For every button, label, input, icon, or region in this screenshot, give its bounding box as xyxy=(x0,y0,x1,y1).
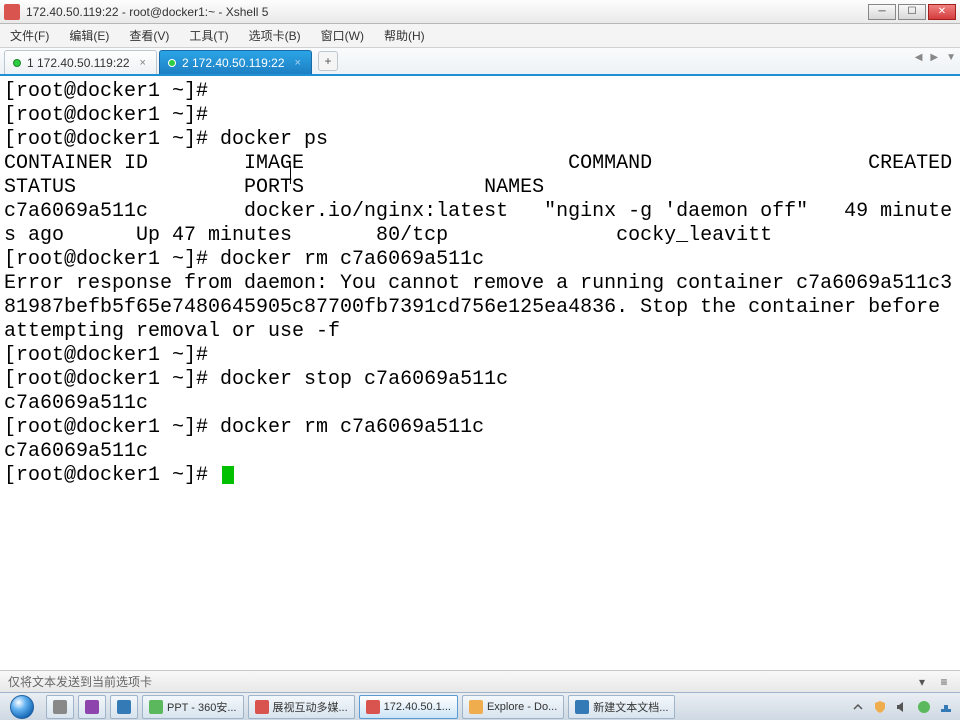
session-tab-1[interactable]: 1 172.40.50.119:22 × xyxy=(4,50,157,74)
start-orb-icon xyxy=(10,695,34,719)
app-icon xyxy=(469,700,483,714)
status-text: 仅将文本发送到当前选项卡 xyxy=(8,673,152,690)
tab-next-icon[interactable]: ▶ xyxy=(930,52,938,63)
new-tab-button[interactable]: + xyxy=(318,51,338,71)
app-icon xyxy=(575,700,589,714)
app-icon xyxy=(149,700,163,714)
menu-tab[interactable]: 选项卡(B) xyxy=(239,24,311,47)
tray-app-icon[interactable] xyxy=(916,699,932,715)
session-tab-2[interactable]: 2 172.40.50.119:22 × xyxy=(159,50,312,74)
menu-tools[interactable]: 工具(T) xyxy=(179,24,238,47)
menu-help[interactable]: 帮助(H) xyxy=(374,24,435,47)
tabbar: 1 172.40.50.119:22 × 2 172.40.50.119:22 … xyxy=(0,48,960,76)
tab-label: 2 172.40.50.119:22 xyxy=(182,56,285,70)
status-dot-icon xyxy=(168,59,176,67)
status-menu-icon[interactable]: ≡ xyxy=(936,675,952,689)
tray-volume-icon[interactable] xyxy=(894,699,910,715)
app-icon xyxy=(117,700,131,714)
tray-shield-icon[interactable] xyxy=(872,699,888,715)
tab-close-icon[interactable]: × xyxy=(295,57,301,69)
taskbar: PPT - 360安... 展视互动多媒... 172.40.50.1... E… xyxy=(0,692,960,720)
taskbar-item-xshell[interactable]: 172.40.50.1... xyxy=(359,695,458,719)
terminal-cursor xyxy=(222,466,234,484)
tray-network-icon[interactable] xyxy=(938,699,954,715)
taskbar-label: 新建文本文档... xyxy=(593,699,668,715)
app-icon xyxy=(366,700,380,714)
taskbar-label: Explore - Do... xyxy=(487,701,557,713)
tab-nav: ◀ ▶ ▼ xyxy=(915,52,956,63)
system-tray xyxy=(844,693,960,720)
tab-menu-icon[interactable]: ▼ xyxy=(946,52,956,63)
window-title: 172.40.50.119:22 - root@docker1:~ - Xshe… xyxy=(26,5,866,19)
menubar: 文件(F) 编辑(E) 查看(V) 工具(T) 选项卡(B) 窗口(W) 帮助(… xyxy=(0,24,960,48)
statusbar: 仅将文本发送到当前选项卡 ▾ ≡ xyxy=(0,670,960,692)
status-dropdown-icon[interactable]: ▾ xyxy=(914,675,930,689)
tab-prev-icon[interactable]: ◀ xyxy=(915,52,923,63)
taskbar-pinned-2[interactable] xyxy=(78,695,106,719)
titlebar: 172.40.50.119:22 - root@docker1:~ - Xshe… xyxy=(0,0,960,24)
start-button[interactable] xyxy=(0,693,44,720)
tab-label: 1 172.40.50.119:22 xyxy=(27,56,130,70)
taskbar-label: 展视互动多媒... xyxy=(273,699,348,715)
app-icon xyxy=(255,700,269,714)
maximize-button[interactable]: ☐ xyxy=(898,4,926,20)
tab-close-icon[interactable]: × xyxy=(140,57,146,69)
menu-file[interactable]: 文件(F) xyxy=(0,24,59,47)
app-icon xyxy=(4,4,20,20)
tray-expand-icon[interactable] xyxy=(850,699,866,715)
taskbar-label: 172.40.50.1... xyxy=(384,701,451,713)
app-icon xyxy=(85,700,99,714)
minimize-button[interactable]: ─ xyxy=(868,4,896,20)
app-icon xyxy=(53,700,67,714)
taskbar-item-ppt[interactable]: PPT - 360安... xyxy=(142,695,244,719)
taskbar-item-notepad[interactable]: 新建文本文档... xyxy=(568,695,675,719)
text-caret xyxy=(290,166,291,184)
menu-view[interactable]: 查看(V) xyxy=(119,24,179,47)
taskbar-item-media[interactable]: 展视互动多媒... xyxy=(248,695,355,719)
menu-edit[interactable]: 编辑(E) xyxy=(59,24,119,47)
taskbar-label: PPT - 360安... xyxy=(167,699,237,715)
taskbar-pinned-3[interactable] xyxy=(110,695,138,719)
terminal-output: [root@docker1 ~]# [root@docker1 ~]# [roo… xyxy=(4,80,960,487)
status-dot-icon xyxy=(13,59,21,67)
taskbar-pinned-1[interactable] xyxy=(46,695,74,719)
menu-window[interactable]: 窗口(W) xyxy=(311,24,374,47)
close-button[interactable]: ✕ xyxy=(928,4,956,20)
terminal[interactable]: [root@docker1 ~]# [root@docker1 ~]# [roo… xyxy=(0,76,960,670)
taskbar-item-firefox[interactable]: Explore - Do... xyxy=(462,695,564,719)
